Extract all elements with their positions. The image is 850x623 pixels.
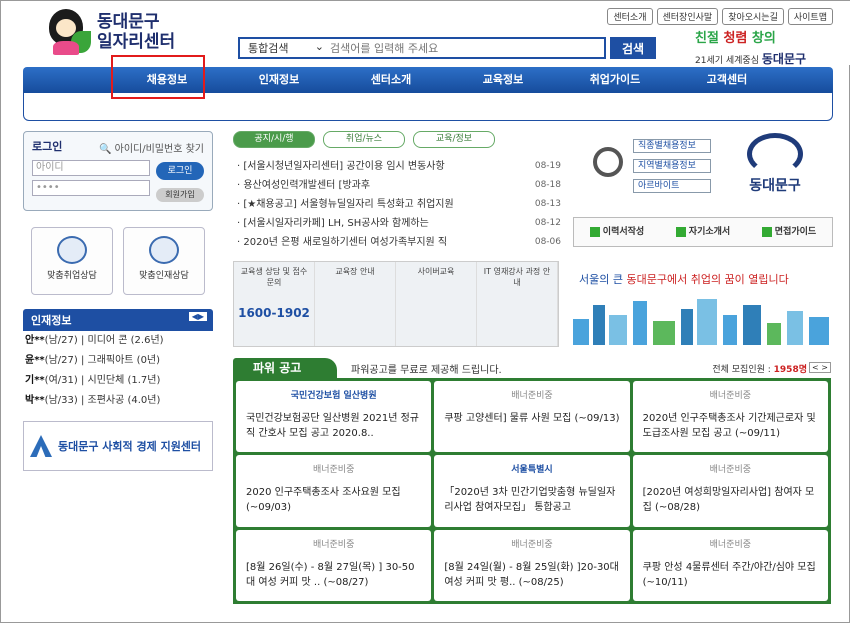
- power-title: 파워 공고: [233, 358, 337, 378]
- job-consult-button[interactable]: 맞춤취업상담: [31, 227, 113, 295]
- news-tabs: 공지/시/행 취업/뉴스 교육/정보: [233, 131, 495, 148]
- arrow-nav-icon[interactable]: ◀▶: [188, 312, 207, 321]
- link-job-by-region[interactable]: 지역별채용정보: [633, 159, 711, 173]
- login-panel: 로그인 🔍 아이디/비밀번호 찾기 아이디 •••• 로그인 회원가입: [23, 131, 213, 211]
- find-account-link[interactable]: 🔍 아이디/비밀번호 찾기: [99, 140, 204, 155]
- video-icon: [761, 226, 772, 237]
- job-card[interactable]: 배너준비중 쿠팡 고양센터] 물류 사원 모집 (~09/13): [434, 381, 630, 453]
- top-links: 센터소개 센터장인사말 찾아오시는길 사이트맵: [607, 8, 833, 25]
- job-card[interactable]: 배너준비중 [8월 24일(월) - 8월 25일(화) ]20-30대 여성 커…: [434, 529, 630, 601]
- link-job-by-type[interactable]: 직종별채용정보: [633, 139, 711, 153]
- password-field[interactable]: ••••: [32, 180, 150, 196]
- talent-row[interactable]: 박**(남/33) | 조편사공 (4.0년): [23, 391, 213, 411]
- tab-job-news[interactable]: 취업/뉴스: [323, 131, 405, 148]
- power-nav-arrows[interactable]: < >: [809, 362, 831, 373]
- top-link-greeting[interactable]: 센터장인사말: [656, 8, 719, 25]
- talent-list: 인재정보 ◀▶ 안**(남/27) | 미디어 콘 (2.6년) 윤**(남/2…: [23, 309, 213, 411]
- news-item[interactable]: · 2020년 은평 새로일하기센터 여성가족부지원 직 08-06: [237, 233, 561, 252]
- job-card[interactable]: 국민건강보험 일산병원 국민건강보험공단 일산병원 2021년 정규직 간호사 모…: [236, 381, 432, 453]
- talent-row[interactable]: 안**(남/27) | 미디어 콘 (2.6년): [23, 331, 213, 351]
- nav-center-intro[interactable]: 센터소개: [335, 67, 447, 93]
- social-economy-banner[interactable]: 동대문구 사회적 경제 지원센터: [23, 421, 213, 471]
- tab-education[interactable]: 교육/정보: [413, 131, 495, 148]
- search-box: 통합검색 ⌄: [238, 37, 606, 59]
- talent-consult-button[interactable]: 맞춤인재상담: [123, 227, 205, 295]
- news-list: · [서울시청년일자리센터] 공간이용 임시 변동사항 08-19 · 용산여성인…: [237, 157, 561, 252]
- tagline: 서울의 큰 동대문구에서 취업의 꿈이 열립니다: [579, 273, 789, 286]
- book-icon: [57, 236, 87, 264]
- job-card[interactable]: 배너준비중 [2020년 여성희망일자리사업] 참여자 모집 (~08/28): [632, 455, 828, 527]
- news-item[interactable]: · [서울시일자리카페] LH, SH공사와 함께하는 08-12: [237, 214, 561, 233]
- mascot-icon: [41, 9, 93, 55]
- job-card[interactable]: 배너준비중 2020 인구주택총조사 조사요원 모집 (~09/03): [236, 455, 432, 527]
- search-button[interactable]: 검색: [610, 37, 656, 59]
- binoculars-icon: [675, 226, 686, 237]
- pencil-icon: [589, 226, 600, 237]
- search-category-select[interactable]: 통합검색 ⌄: [240, 40, 330, 56]
- login-button[interactable]: 로그인: [156, 162, 204, 180]
- tab-notice[interactable]: 공지/시/행: [233, 131, 315, 148]
- interview-guide-button[interactable]: 면접가이드: [746, 218, 832, 246]
- logo-line2: 일자리센터: [97, 32, 176, 52]
- talent-row[interactable]: 윤**(남/27) | 그래픽아트 (0년): [23, 351, 213, 371]
- district-seal[interactable]: 동대문구: [725, 133, 825, 205]
- top-link-center-intro[interactable]: 센터소개: [607, 8, 653, 25]
- job-card[interactable]: 배너준비중 [8월 26일(수) - 8월 27일(목) ] 30-50대 여성 …: [236, 529, 432, 601]
- chevron-down-icon: ⌄: [314, 40, 324, 53]
- career-guide-bar: 이력서작성 자기소개서 면접가이드: [573, 217, 833, 247]
- power-grid: 국민건강보험 일산병원 국민건강보험공단 일산병원 2021년 정규직 간호사 모…: [233, 378, 831, 604]
- site-logo[interactable]: 동대문구 일자리센터: [41, 9, 175, 55]
- nav-education[interactable]: 교육정보: [447, 67, 559, 93]
- slogan: 친절 청렴 창의 21세기 세계중심 동대문구: [695, 31, 807, 66]
- magnifier-icon: [593, 147, 623, 177]
- nav-job-guide[interactable]: 취업가이드: [559, 67, 671, 93]
- job-card[interactable]: 배너준비중 2020년 인구주택총조사 기간제근로자 및 도급조사원 모집 공고 …: [632, 381, 828, 453]
- recruit-count: 전체 모집인원 : 1958명: [712, 365, 807, 375]
- top-link-directions[interactable]: 찾아오시는길: [722, 8, 784, 25]
- cover-letter-button[interactable]: 자기소개서: [660, 218, 746, 246]
- nav-talent-info[interactable]: 인재정보: [223, 67, 335, 93]
- power-desc: 파워공고를 무료로 제공해 드립니다.: [351, 365, 502, 376]
- city-skyline-icon: [573, 297, 833, 345]
- search-input[interactable]: [330, 41, 604, 55]
- top-link-sitemap[interactable]: 사이트맵: [787, 8, 833, 25]
- magnifier-icon: [149, 236, 179, 264]
- logo-line1: 동대문구: [97, 12, 160, 32]
- talent-row[interactable]: 기**(여/31) | 시민단체 (1.7년): [23, 371, 213, 391]
- nav-customer-center[interactable]: 고객센터: [671, 67, 783, 93]
- job-card[interactable]: 배너준비중 쿠팡 안성 4물류센터 주간/야간/심야 모집 (~10/11): [632, 529, 828, 601]
- job-search-links: 직종별채용정보 지역별채용정보 아르바이트: [573, 135, 713, 195]
- talent-title: 인재정보: [31, 314, 72, 327]
- link-part-time[interactable]: 아르바이트: [633, 179, 711, 193]
- resume-button[interactable]: 이력서작성: [574, 218, 660, 246]
- seal-icon: [747, 133, 803, 175]
- phone-number: 1600-1902: [238, 306, 310, 320]
- highlight-box: [111, 55, 205, 99]
- news-item[interactable]: · [서울시청년일자리센터] 공간이용 임시 변동사항 08-19: [237, 157, 561, 176]
- news-item[interactable]: · 용산여성인력개발센터 [방과후 08-18: [237, 176, 561, 195]
- id-field[interactable]: 아이디: [32, 160, 150, 176]
- social-center-icon: [30, 435, 52, 457]
- news-item[interactable]: · [★채용공고] 서울형뉴딜일자리 특성화고 취업지원 08-13: [237, 195, 561, 214]
- education-banner[interactable]: 교육생 상담 및 접수문의 1600-1902 교육장 안내 사이버교육 IT …: [233, 261, 559, 347]
- join-button[interactable]: 회원가입: [156, 188, 204, 202]
- search-icon: 🔍: [99, 144, 112, 155]
- job-card[interactable]: 서울특별시 「2020년 3차 민간기업맞춤형 뉴딜일자리사업 참여자모집」 통합…: [434, 455, 630, 527]
- power-header: 파워 공고 파워공고를 무료로 제공해 드립니다. 전체 모집인원 : 1958…: [233, 358, 833, 378]
